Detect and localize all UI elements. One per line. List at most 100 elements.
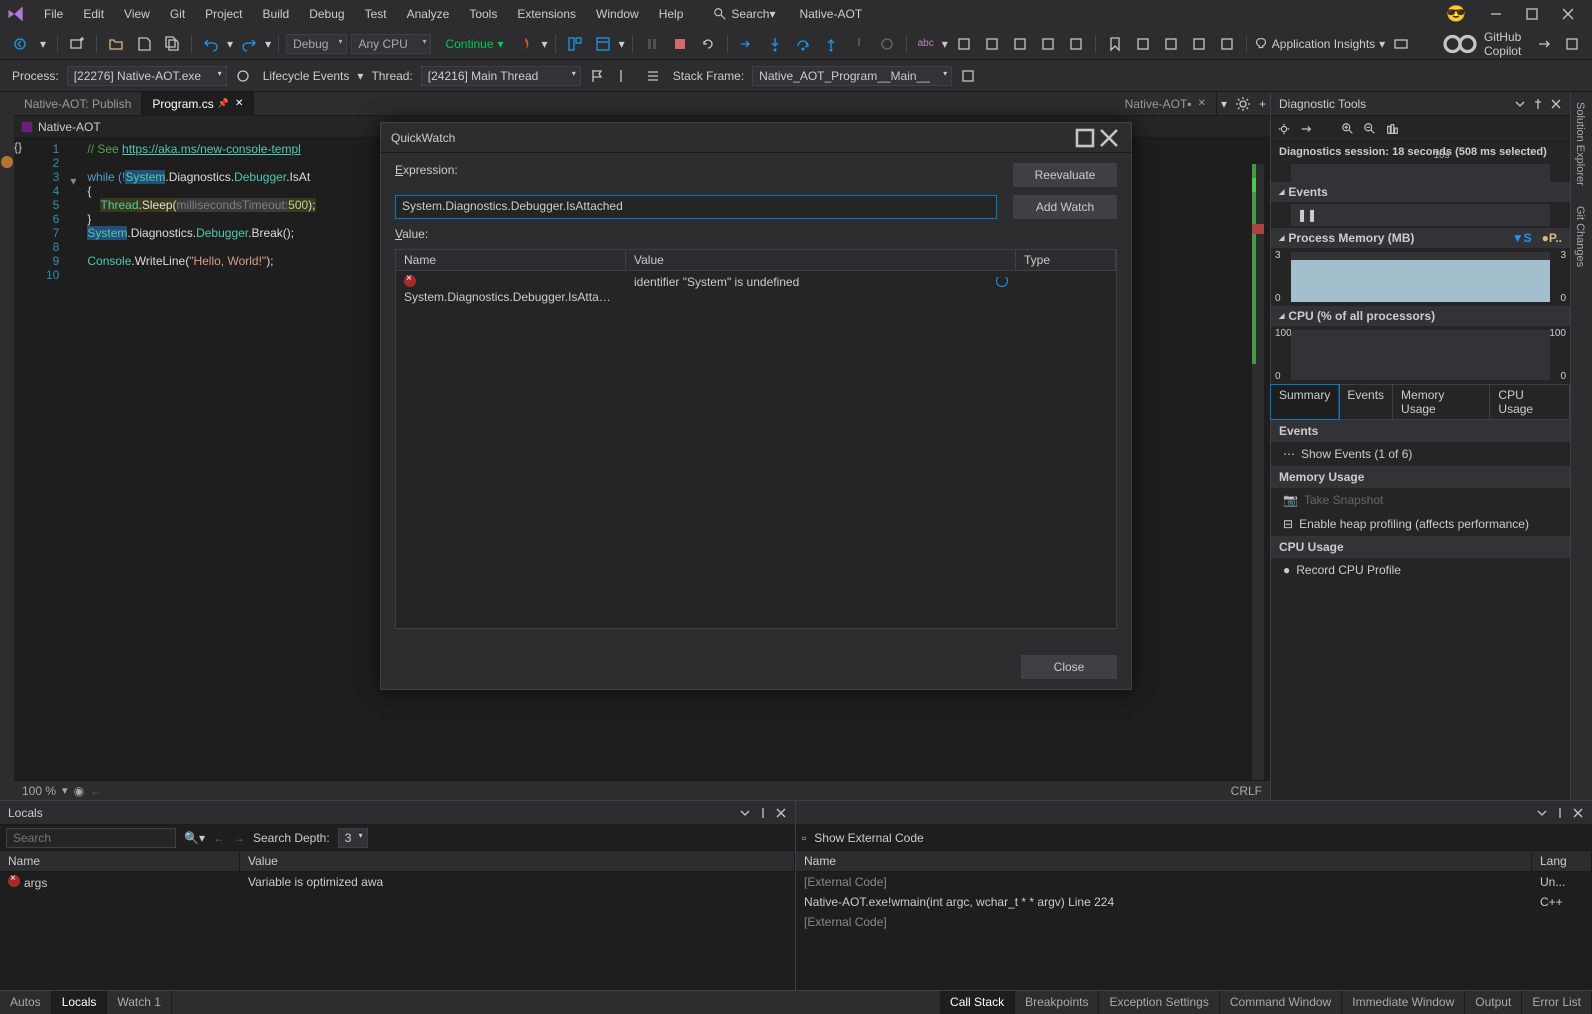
reevaluate-button[interactable]: Reevaluate [1013,163,1117,187]
tab-watch1[interactable]: Watch 1 [107,991,172,1014]
diag-events-header[interactable]: Events [1271,182,1570,202]
heap-profiling-link[interactable]: ⊟Enable heap profiling (affects performa… [1271,512,1570,536]
tool-icon-3[interactable] [1008,32,1032,56]
qw-col-type[interactable]: Type [1016,250,1116,270]
tool-icon-6[interactable] [1131,32,1155,56]
gear-icon[interactable] [1231,92,1255,116]
lifecycle-icon[interactable] [231,64,255,88]
maximize-button[interactable] [1073,126,1097,150]
platform-dropdown[interactable]: Any CPU [351,34,431,54]
close-icon[interactable]: ✕ [1198,98,1206,109]
tool-icon-9[interactable] [1215,32,1239,56]
diag-events-track[interactable]: ❚❚ [1291,204,1550,226]
show-next-statement-icon[interactable] [735,32,759,56]
menu-build[interactable]: Build [253,3,300,25]
flag-icon[interactable] [585,64,609,88]
threads-icon[interactable] [641,64,665,88]
side-tab-git-changes[interactable]: Git Changes [1571,196,1589,277]
quickwatch-titlebar[interactable]: QuickWatch [381,123,1131,153]
search-box[interactable]: Search ▾ [713,7,775,21]
nav-back-icon[interactable]: ← [213,831,225,845]
menu-window[interactable]: Window [586,3,649,25]
depth-dropdown[interactable]: 3 [338,828,368,848]
diag-tab-memory[interactable]: Memory Usage [1393,385,1490,419]
panel-menu-icon[interactable] [739,807,751,819]
redo-icon[interactable] [237,32,261,56]
breakpoint-gutter[interactable] [0,92,14,800]
code-content[interactable]: // See https://aka.ms/new-console-templ … [79,138,323,780]
tab-immediate-window[interactable]: Immediate Window [1342,991,1465,1014]
tab-command-window[interactable]: Command Window [1220,991,1342,1014]
scroll-track[interactable] [1252,164,1264,780]
diag-memory-header[interactable]: Process Memory (MB)▼S●P.. [1271,228,1570,248]
menu-view[interactable]: View [114,3,160,25]
no-issues-icon[interactable]: ◉ [74,784,84,798]
col-name[interactable]: Name [796,851,1532,871]
tab-output[interactable]: Output [1465,991,1522,1014]
diag-timeline[interactable]: 10s [1291,164,1550,184]
col-lang[interactable]: Lang [1532,851,1592,871]
diag-cpu-header[interactable]: CPU (% of all processors) [1271,306,1570,326]
flag-off-icon[interactable] [613,64,637,88]
tab-locals[interactable]: Locals [52,991,108,1014]
cpu-chart[interactable] [1291,330,1550,380]
continue-button[interactable]: Continue ▾ [435,35,509,53]
tool-icon-8[interactable] [1187,32,1211,56]
admin-icon[interactable] [1560,32,1584,56]
qw-col-value[interactable]: Value [626,250,1016,270]
add-icon[interactable]: + [1255,93,1270,115]
pin-icon[interactable] [1532,98,1544,110]
col-name[interactable]: Name [0,851,240,871]
pin-icon[interactable] [757,807,769,819]
diag-tab-summary[interactable]: Summary [1271,385,1339,419]
nav-fwd-icon[interactable]: ▾ [36,33,50,55]
callstack-row[interactable]: [External Code]Un... [796,872,1592,892]
app-insights-link[interactable]: Application Insights ▾ [1254,37,1385,51]
restart-icon[interactable] [696,32,720,56]
share-icon[interactable] [1532,32,1556,56]
search-icon[interactable]: 🔍▾ [184,831,205,845]
tab-breakpoints[interactable]: Breakpoints [1015,991,1099,1014]
thread-dropdown[interactable]: [24216] Main Thread [421,66,581,86]
menu-extensions[interactable]: Extensions [507,3,586,25]
zoom-in-icon[interactable] [1341,122,1355,136]
right-doc-tab[interactable]: Native-AOT ▪✕ [1115,92,1217,116]
menu-help[interactable]: Help [649,3,694,25]
menu-project[interactable]: Project [195,3,252,25]
stop-icon[interactable] [668,32,692,56]
panel-menu-icon[interactable] [1514,98,1526,110]
menu-analyze[interactable]: Analyze [397,3,460,25]
tab-call-stack[interactable]: Call Stack [940,991,1015,1014]
menu-git[interactable]: Git [160,3,195,25]
step-back-icon[interactable] [847,32,871,56]
menu-edit[interactable]: Edit [73,3,114,25]
add-watch-button[interactable]: Add Watch [1013,195,1117,219]
zoom-level[interactable]: 100 % [22,784,56,798]
pause-icon[interactable] [640,32,664,56]
pause-events-icon[interactable]: ❚❚ [1297,208,1317,222]
side-tab-solution-explorer[interactable]: Solution Explorer [1571,92,1589,196]
memory-chart[interactable] [1291,252,1550,302]
step-into-icon[interactable] [763,32,787,56]
expression-input[interactable]: System.Diagnostics.Debugger.IsAttached [395,195,997,219]
show-events-link[interactable]: ⋯Show Events (1 of 6) [1271,442,1570,466]
hot-reload-icon[interactable] [514,32,538,56]
close-panel-icon[interactable] [775,807,787,819]
menu-debug[interactable]: Debug [299,3,354,25]
abc-icon[interactable]: abc [914,34,938,53]
panel-menu-icon[interactable] [1536,807,1548,819]
take-snapshot-link[interactable]: 📷Take Snapshot [1271,488,1570,512]
pin-icon[interactable]: 📌 [218,98,229,109]
show-external-toggle[interactable]: Show External Code [814,831,923,845]
lifecycle-label[interactable]: Lifecycle Events [259,69,354,83]
locals-search-input[interactable] [6,828,176,848]
menu-tools[interactable]: Tools [459,3,507,25]
save-all-icon[interactable] [160,32,184,56]
undo-icon[interactable] [199,32,223,56]
qw-col-name[interactable]: Name [396,250,626,270]
diag-settings-icon[interactable] [1277,122,1291,136]
nav-fwd-icon[interactable]: → [233,831,245,845]
bookmark-icon[interactable] [1103,32,1127,56]
close-button[interactable] [1550,0,1586,28]
locals-row[interactable]: args Variable is optimized awa [0,872,795,893]
